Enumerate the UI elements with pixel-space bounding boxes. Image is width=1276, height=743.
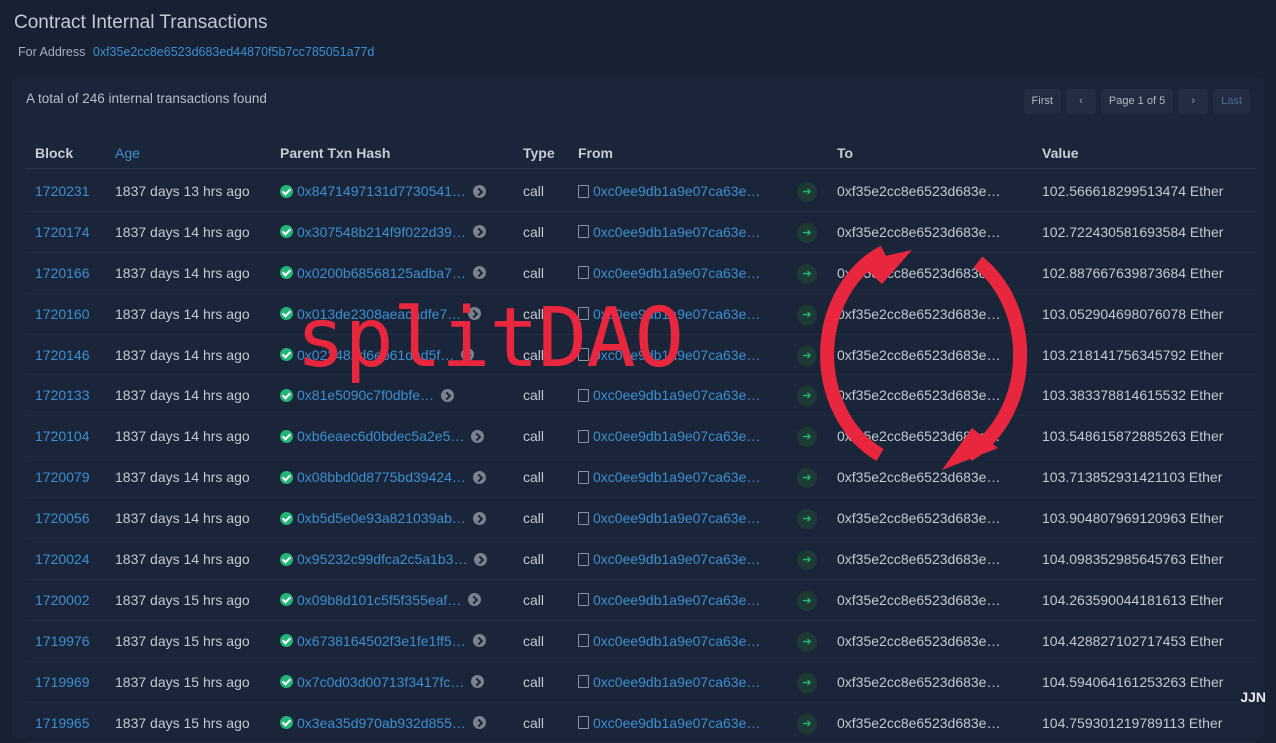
success-check-icon (280, 716, 293, 730)
contract-file-icon (578, 716, 589, 730)
watermark-logo: JJN (1240, 689, 1266, 705)
splitdao-overlay-text: splitDAO (296, 291, 684, 386)
view-details-icon[interactable] (472, 716, 486, 730)
